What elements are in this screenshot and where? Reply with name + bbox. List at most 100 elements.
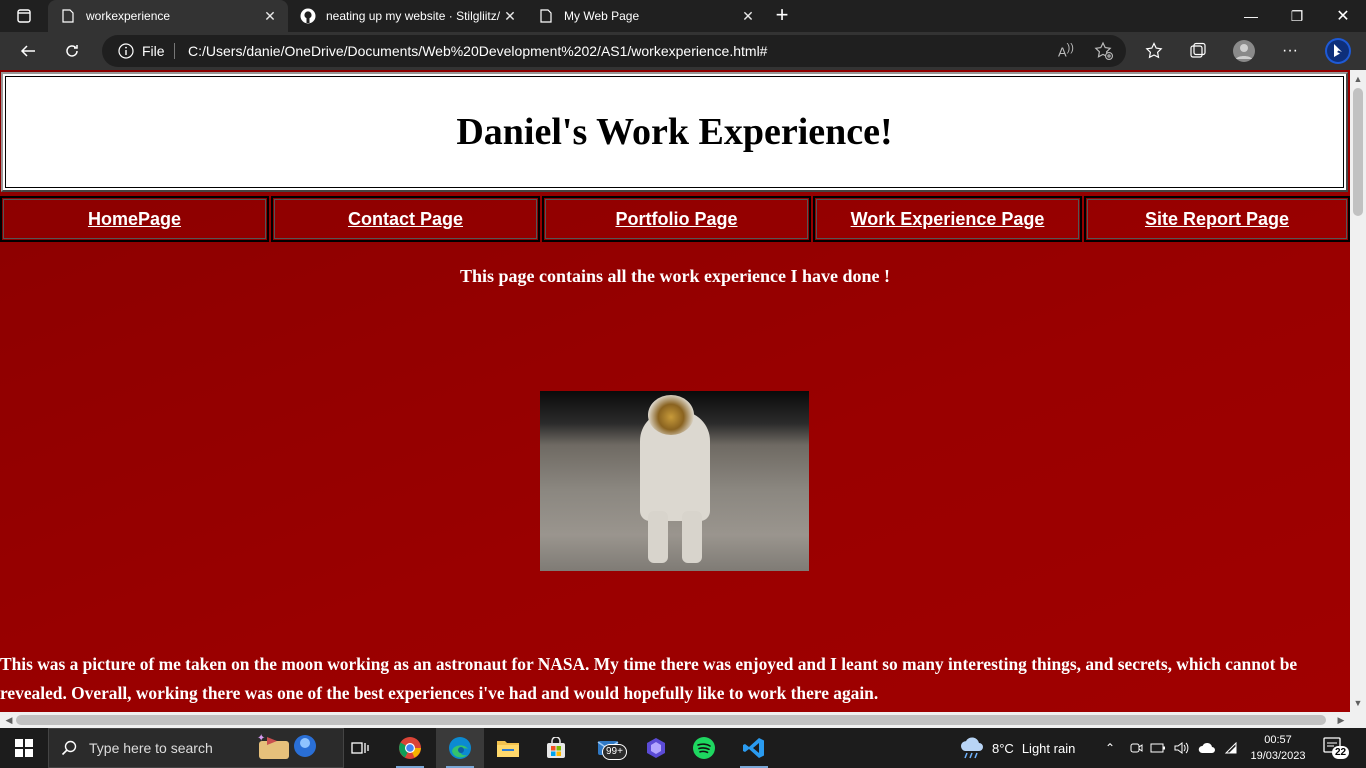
bing-icon xyxy=(1325,38,1351,64)
tab-github[interactable]: neating up my website · Stilgliitz/ ✕ xyxy=(288,0,528,32)
tab-title: workexperience xyxy=(86,9,171,23)
wifi-icon[interactable] xyxy=(1220,728,1240,768)
search-highlight-icon: ✦ xyxy=(253,731,323,766)
copilot-taskbar-button[interactable] xyxy=(632,728,680,768)
edge-icon xyxy=(449,737,471,759)
url-text[interactable]: C:/Users/danie/OneDrive/Documents/Web%20… xyxy=(188,43,767,59)
close-window-button[interactable]: ✕ xyxy=(1320,0,1366,32)
restore-button[interactable]: ❐ xyxy=(1274,0,1320,32)
tab-title: My Web Page xyxy=(564,9,640,23)
collections-icon xyxy=(1190,42,1206,58)
nav-link-portfolio[interactable]: Portfolio Page xyxy=(615,209,737,230)
close-icon[interactable]: ✕ xyxy=(262,8,278,24)
app-icon xyxy=(647,738,665,758)
clock-time: 00:57 xyxy=(1264,734,1292,746)
main-nav: HomePage Contact Page Portfolio Page Wor… xyxy=(0,196,1350,242)
collections-button[interactable] xyxy=(1184,37,1212,65)
add-favorite-icon[interactable] xyxy=(1094,41,1114,61)
nav-link-homepage[interactable]: HomePage xyxy=(88,209,181,230)
browser-toolbar: File C:/Users/danie/OneDrive/Documents/W… xyxy=(0,32,1366,70)
nav-link-contact[interactable]: Contact Page xyxy=(348,209,463,230)
experience-paragraph: This was a picture of me taken on the mo… xyxy=(0,654,1298,703)
weather-widget[interactable]: 8°C Light rain xyxy=(958,728,1075,768)
nav-item-portfolio: Portfolio Page xyxy=(542,196,811,242)
vertical-scrollbar[interactable]: ▲ ▼ xyxy=(1350,70,1366,712)
tab-actions-icon xyxy=(17,9,31,23)
svg-text:✦: ✦ xyxy=(257,733,265,744)
onedrive-icon[interactable] xyxy=(1196,728,1218,768)
read-aloud-icon[interactable]: A)) xyxy=(1058,42,1074,59)
spotify-icon xyxy=(693,737,715,759)
scroll-thumb[interactable] xyxy=(1353,88,1363,216)
edge-taskbar-button[interactable] xyxy=(436,728,484,768)
folder-icon xyxy=(497,741,519,757)
new-tab-button[interactable]: + xyxy=(770,4,794,28)
bing-chat-button[interactable] xyxy=(1322,37,1354,65)
arrow-left-icon xyxy=(20,45,35,57)
close-icon[interactable]: ✕ xyxy=(740,8,756,24)
nav-link-work-experience[interactable]: Work Experience Page xyxy=(851,209,1045,230)
taskbar: Type here to search ✦ 99+ 8°C Light rain xyxy=(0,728,1366,768)
page-icon xyxy=(60,8,76,24)
scroll-thumb[interactable] xyxy=(16,715,1326,725)
scroll-right-icon[interactable]: ▶ xyxy=(1334,712,1348,728)
scheme-label: File xyxy=(142,43,165,59)
address-bar[interactable]: File C:/Users/danie/OneDrive/Documents/W… xyxy=(102,35,1126,67)
tab-title: neating up my website · Stilgliitz/ xyxy=(326,9,501,23)
divider xyxy=(174,43,175,59)
nav-item-site-report: Site Report Page xyxy=(1084,196,1350,242)
nav-link-site-report[interactable]: Site Report Page xyxy=(1145,209,1289,230)
tab-strip: workexperience ✕ neating up my website ·… xyxy=(0,0,1366,32)
mail-badge: 99+ xyxy=(602,744,627,760)
vscode-icon xyxy=(743,738,764,758)
taskbar-search[interactable]: Type here to search ✦ xyxy=(48,728,344,768)
avatar-icon xyxy=(1233,40,1255,62)
spotify-taskbar-button[interactable] xyxy=(680,728,728,768)
search-icon xyxy=(61,740,77,756)
close-icon[interactable]: ✕ xyxy=(502,8,518,24)
task-view-icon xyxy=(351,742,369,754)
page-icon xyxy=(538,8,554,24)
vscode-taskbar-button[interactable] xyxy=(730,728,778,768)
scroll-left-icon[interactable]: ◀ xyxy=(2,712,16,728)
volume-icon[interactable] xyxy=(1172,728,1192,768)
system-clock[interactable]: 00:57 19/03/2023 xyxy=(1240,732,1316,764)
minimize-button[interactable]: — xyxy=(1228,0,1274,32)
tab-workexperience[interactable]: workexperience ✕ xyxy=(48,0,288,32)
page-title: Daniel's Work Experience! xyxy=(456,111,893,153)
refresh-button[interactable] xyxy=(58,37,86,65)
intro-text: This page contains all the work experien… xyxy=(460,266,890,286)
profile-button[interactable] xyxy=(1230,37,1258,65)
store-taskbar-button[interactable] xyxy=(532,728,580,768)
favorites-button[interactable] xyxy=(1140,37,1168,65)
mail-taskbar-button[interactable]: 99+ xyxy=(586,728,634,768)
nav-item-work-experience: Work Experience Page xyxy=(813,196,1082,242)
rain-cloud-icon xyxy=(960,737,983,759)
more-menu-button[interactable]: ··· xyxy=(1276,37,1304,65)
tab-my-web-page[interactable]: My Web Page ✕ xyxy=(526,0,766,32)
notification-center-button[interactable]: 22 xyxy=(1322,736,1350,760)
scroll-up-icon[interactable]: ▲ xyxy=(1350,72,1366,86)
refresh-icon xyxy=(66,45,78,57)
chevron-up-icon[interactable]: ⌃ xyxy=(1100,728,1120,768)
info-icon[interactable] xyxy=(118,43,134,59)
scroll-corner xyxy=(1350,712,1366,728)
meet-now-icon[interactable] xyxy=(1126,728,1146,768)
page-header: Daniel's Work Experience! xyxy=(1,72,1348,192)
search-placeholder: Type here to search xyxy=(89,740,213,756)
task-view-button[interactable] xyxy=(336,728,384,768)
chrome-taskbar-button[interactable] xyxy=(386,728,434,768)
notification-count: 22 xyxy=(1332,746,1350,759)
github-icon xyxy=(300,8,316,24)
start-button[interactable] xyxy=(0,728,48,768)
nav-item-contact: Contact Page xyxy=(271,196,540,242)
chrome-icon xyxy=(399,737,421,759)
weather-temp: 8°C xyxy=(992,740,1014,756)
file-explorer-taskbar-button[interactable] xyxy=(484,728,532,768)
power-icon[interactable] xyxy=(1148,728,1168,768)
tab-actions-button[interactable] xyxy=(8,4,40,28)
windows-icon xyxy=(15,739,33,757)
horizontal-scrollbar[interactable]: ◀ ▶ xyxy=(0,712,1350,728)
scroll-down-icon[interactable]: ▼ xyxy=(1350,696,1366,710)
back-button[interactable] xyxy=(14,37,42,65)
